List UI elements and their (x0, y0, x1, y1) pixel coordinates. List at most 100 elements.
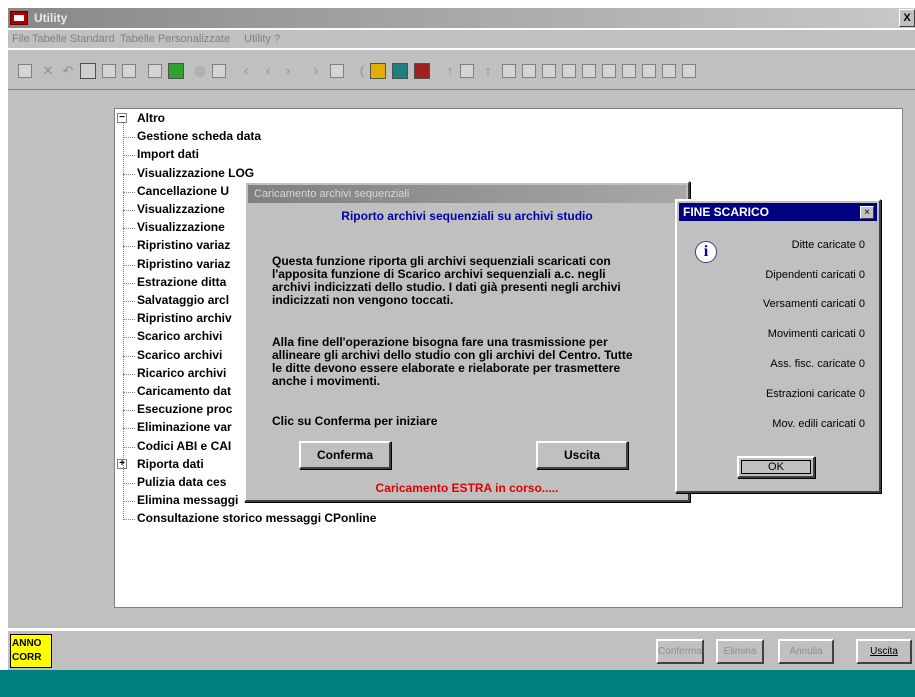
conferma-bottom-button[interactable]: Conferma (656, 639, 704, 664)
last-icon[interactable]: › (308, 63, 324, 79)
next-icon[interactable]: › (280, 63, 296, 79)
slot-9-icon[interactable] (662, 64, 676, 78)
cut-tool-icon[interactable] (80, 63, 96, 79)
uscita-button[interactable]: Uscita (536, 441, 628, 469)
copy-icon[interactable] (102, 64, 116, 78)
tools-icon[interactable] (414, 63, 430, 79)
tree-connector (123, 428, 135, 430)
slot-1-icon[interactable] (502, 64, 516, 78)
menu-tabelle-standard[interactable]: Tabelle Standard (32, 33, 115, 45)
conferma-button[interactable]: Conferma (299, 441, 391, 469)
tree-item[interactable]: Caricamento dat (137, 383, 231, 400)
anno-corr-badge[interactable]: ANNO CORR (10, 634, 52, 668)
tree-item[interactable]: Salvataggio arcl (137, 292, 229, 309)
slot-2-icon[interactable] (522, 64, 536, 78)
tree-connector (123, 246, 135, 248)
menu-file[interactable]: File (12, 33, 30, 45)
elimina-bottom-button[interactable]: Elimina (716, 639, 764, 664)
menu-help[interactable]: ? (274, 33, 280, 45)
new-icon[interactable] (148, 64, 162, 78)
tree-connector (123, 191, 135, 193)
tree-item[interactable]: Pulizia data ces (137, 474, 226, 491)
tree-item[interactable]: Ripristino variaz (137, 237, 230, 254)
window-titlebar: Utility X (8, 8, 915, 28)
first-icon[interactable]: ‹ (238, 63, 254, 79)
uscita-bottom-button[interactable]: Uscita (856, 639, 912, 664)
tree-expander[interactable]: − (117, 113, 127, 123)
stat-ditte: Ditte caricate 0 (791, 239, 865, 251)
menu-utility[interactable]: Utility (244, 33, 271, 45)
stat-mov-edili: Mov. edili caricati 0 (772, 418, 865, 430)
info-title: FINE SCARICO (679, 203, 877, 221)
tree-item[interactable]: Elimina messaggi (137, 492, 238, 509)
toolbar: ✕ ↶ ◎ ‹ ‹ › › ( ↑ ↕ (8, 50, 915, 90)
tree-item[interactable]: Riporta dati (137, 456, 204, 473)
bottom-bar: ANNO CORR Conferma Elimina Annulla Uscit… (8, 630, 915, 670)
undo-icon[interactable]: ↶ (60, 63, 76, 79)
slot-3-icon[interactable] (542, 64, 556, 78)
zoom-icon[interactable] (330, 64, 344, 78)
tree-item[interactable]: Eliminazione var (137, 419, 232, 436)
prev-icon[interactable]: ‹ (260, 63, 276, 79)
tree-item[interactable]: Consultazione storico messaggi CPonline (137, 510, 376, 527)
tree-connector (123, 155, 135, 157)
tree-item[interactable]: Codici ABI e CAI (137, 438, 231, 455)
paste-icon[interactable] (122, 64, 136, 78)
loading-status: Caricamento ESTRA in corso..... (375, 481, 559, 495)
save-icon[interactable] (18, 64, 32, 78)
tree-connector (123, 373, 135, 375)
tree-connector (123, 210, 135, 211)
annulla-bottom-button[interactable]: Annulla (778, 639, 834, 664)
tree-item[interactable]: Visualizzazione LOG (137, 165, 254, 182)
tree-connector (123, 410, 135, 412)
calculator-icon[interactable] (370, 63, 386, 79)
stat-movimenti: Movimenti caricati 0 (767, 328, 865, 340)
up-icon[interactable]: ↑ (442, 63, 458, 79)
dialog-subtitle: Riporto archivi sequenziali su archivi s… (341, 209, 593, 223)
app-icon (10, 11, 28, 25)
preview-icon[interactable] (212, 64, 226, 78)
info-icon: i (695, 241, 717, 263)
tree-item[interactable]: Visualizzazione (137, 219, 225, 236)
cut-icon[interactable]: ✕ (40, 63, 56, 79)
sort-icon[interactable]: ↕ (480, 63, 496, 79)
tree-expander[interactable]: + (117, 458, 127, 469)
ok-button[interactable]: OK (737, 456, 815, 478)
slot-4-icon[interactable] (562, 64, 576, 78)
tree-item[interactable]: Estrazione ditta (137, 274, 226, 291)
print-icon[interactable] (168, 63, 184, 79)
tree-connector (123, 355, 135, 357)
tree-item[interactable]: Ricarico archivi (137, 365, 226, 382)
tree-connector (123, 137, 135, 139)
dialog-description: Questa funzione riporta gli archivi sequ… (272, 254, 621, 307)
tree-item[interactable]: Scarico archivi (137, 347, 222, 364)
caricamento-dialog: Caricamento archivi sequenziali Riporto … (244, 181, 690, 502)
tree-item[interactable]: Import dati (137, 146, 199, 163)
tree-item[interactable]: Altro (137, 110, 165, 127)
slot-10-icon[interactable] (682, 64, 696, 78)
find-icon[interactable]: ◎ (192, 63, 208, 79)
menu-bar: File Tabelle Standard Tabelle Personaliz… (8, 30, 915, 48)
stat-dipendenti: Dipendenti caricati 0 (765, 269, 865, 281)
tree-connector (123, 501, 135, 503)
tree-connector (123, 337, 135, 339)
tree-item[interactable]: Scarico archivi (137, 328, 222, 345)
tree-item[interactable]: Cancellazione U (137, 183, 229, 200)
window-close-button[interactable]: X (899, 9, 915, 27)
menu-tabelle-personalizzate[interactable]: Tabelle Personalizzate (120, 33, 230, 45)
exchange-icon[interactable] (392, 63, 408, 79)
tree-item[interactable]: Ripristino variaz (137, 256, 230, 273)
tree-item[interactable]: Ripristino archiv (137, 310, 232, 327)
doc-icon[interactable] (460, 64, 474, 78)
slot-5-icon[interactable] (582, 64, 596, 78)
slot-8-icon[interactable] (642, 64, 656, 78)
tree-item[interactable]: Visualizzazione (137, 201, 225, 218)
dialog-instructions: Alla fine dell'operazione bisogna fare u… (272, 335, 633, 388)
slot-6-icon[interactable] (602, 64, 616, 78)
tree-item[interactable]: Gestione scheda data (137, 128, 261, 145)
stat-versamenti: Versamenti caricati 0 (762, 298, 865, 310)
info-close-button[interactable]: × (860, 206, 874, 219)
tree-connector (123, 392, 135, 393)
tree-item[interactable]: Esecuzione proc (137, 401, 232, 418)
slot-7-icon[interactable] (622, 64, 636, 78)
